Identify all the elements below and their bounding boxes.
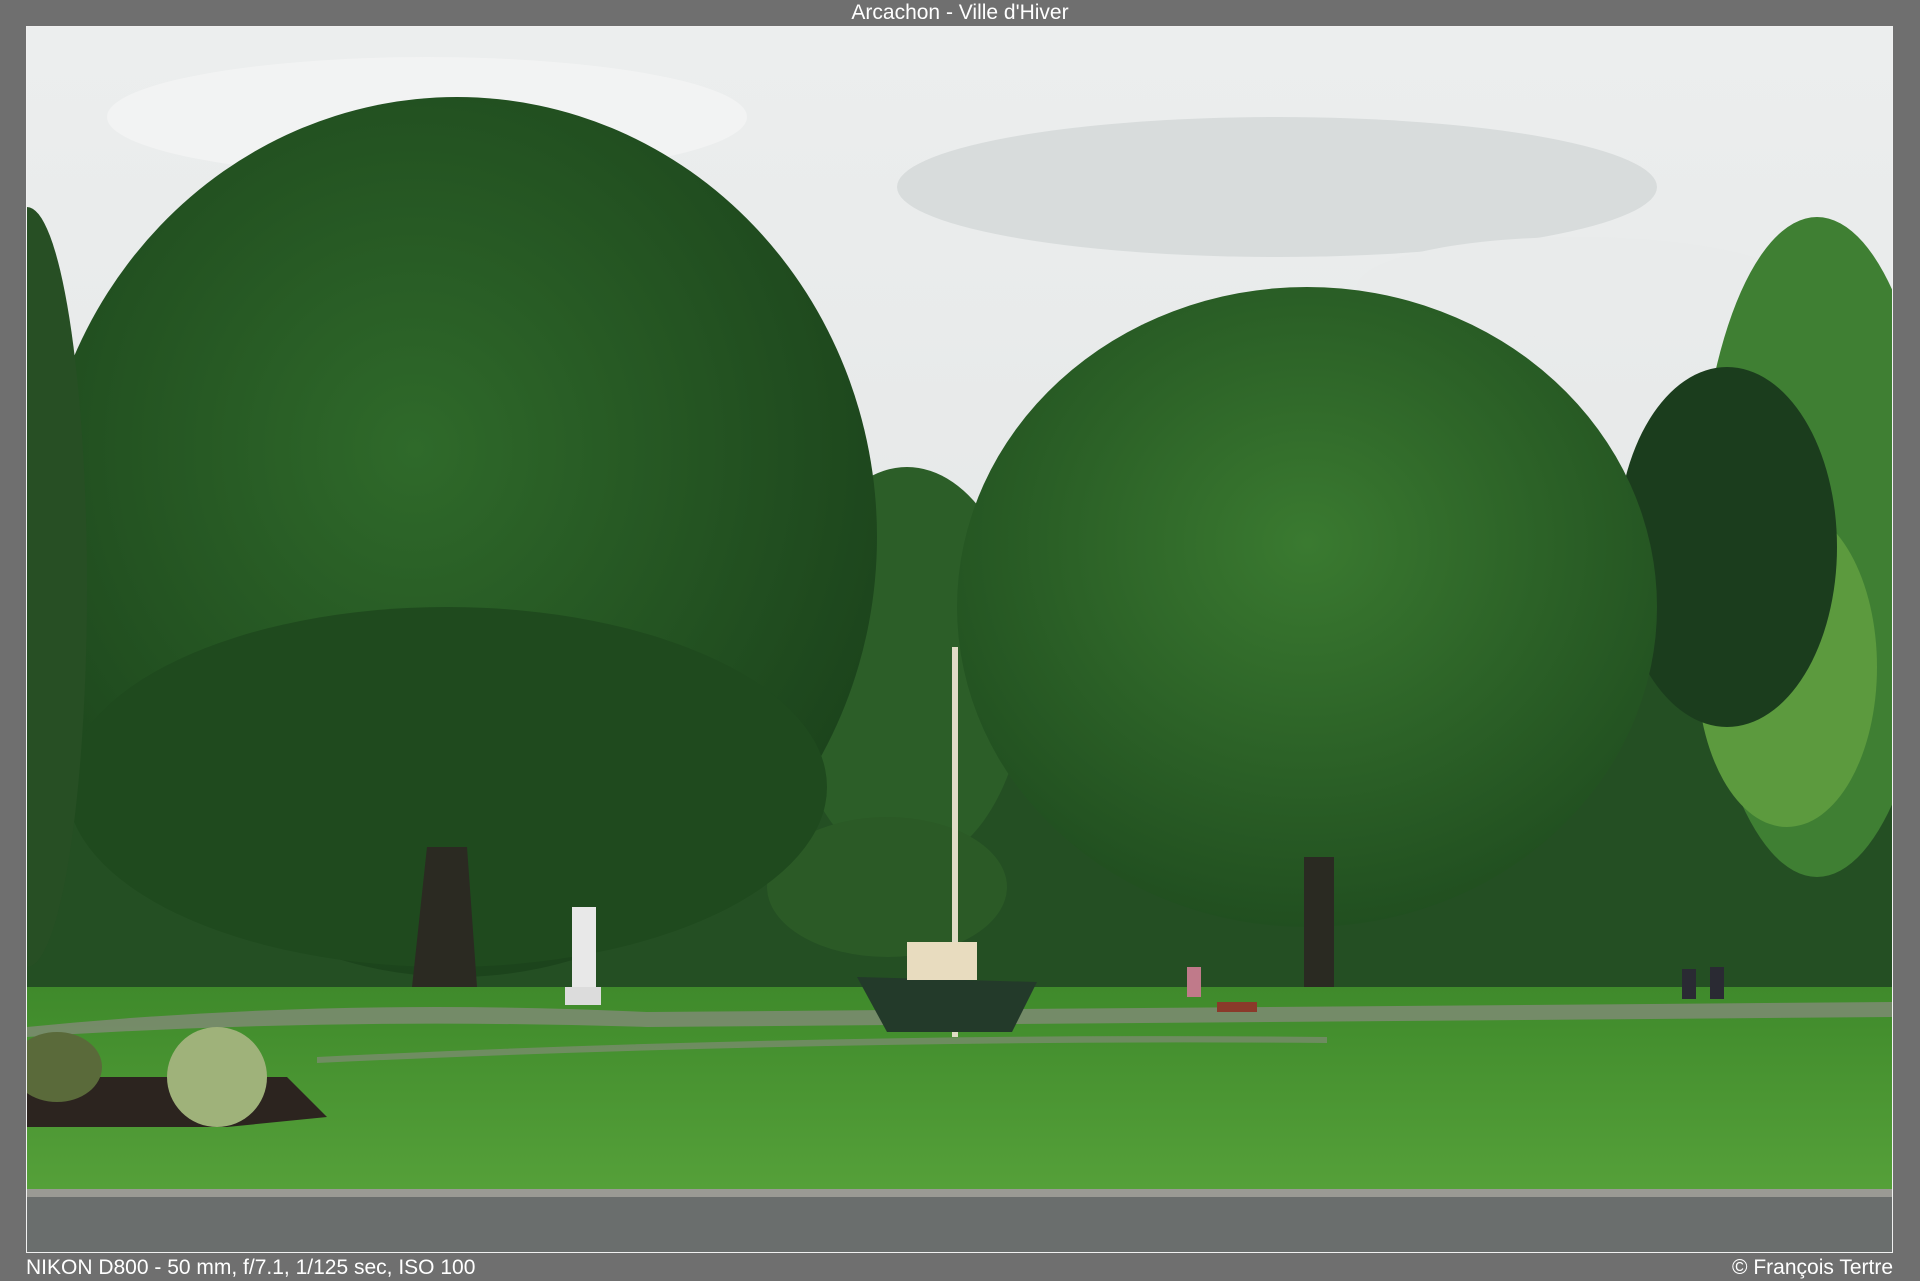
park-scene-image xyxy=(27,27,1892,1252)
photo xyxy=(26,26,1893,1253)
cyclist xyxy=(1187,967,1201,997)
copyright: © François Tertre xyxy=(1732,1256,1893,1279)
statue-base xyxy=(565,987,601,1005)
ornamental-grass xyxy=(167,1027,267,1127)
cyclist xyxy=(1682,969,1696,999)
cyclist xyxy=(1710,967,1724,999)
camera-info: NIKON D800 - 50 mm, f/7.1, 1/125 sec, IS… xyxy=(26,1256,476,1279)
right-tree-crown xyxy=(957,287,1657,927)
curb xyxy=(27,1189,1892,1197)
bench xyxy=(1217,1002,1257,1012)
boat-hull xyxy=(857,977,1037,1032)
road xyxy=(27,1197,1892,1252)
statue xyxy=(572,907,596,997)
boat-cabin xyxy=(907,942,977,980)
photo-title: Arcachon - Ville d'Hiver xyxy=(851,1,1069,24)
cloud xyxy=(897,117,1657,257)
